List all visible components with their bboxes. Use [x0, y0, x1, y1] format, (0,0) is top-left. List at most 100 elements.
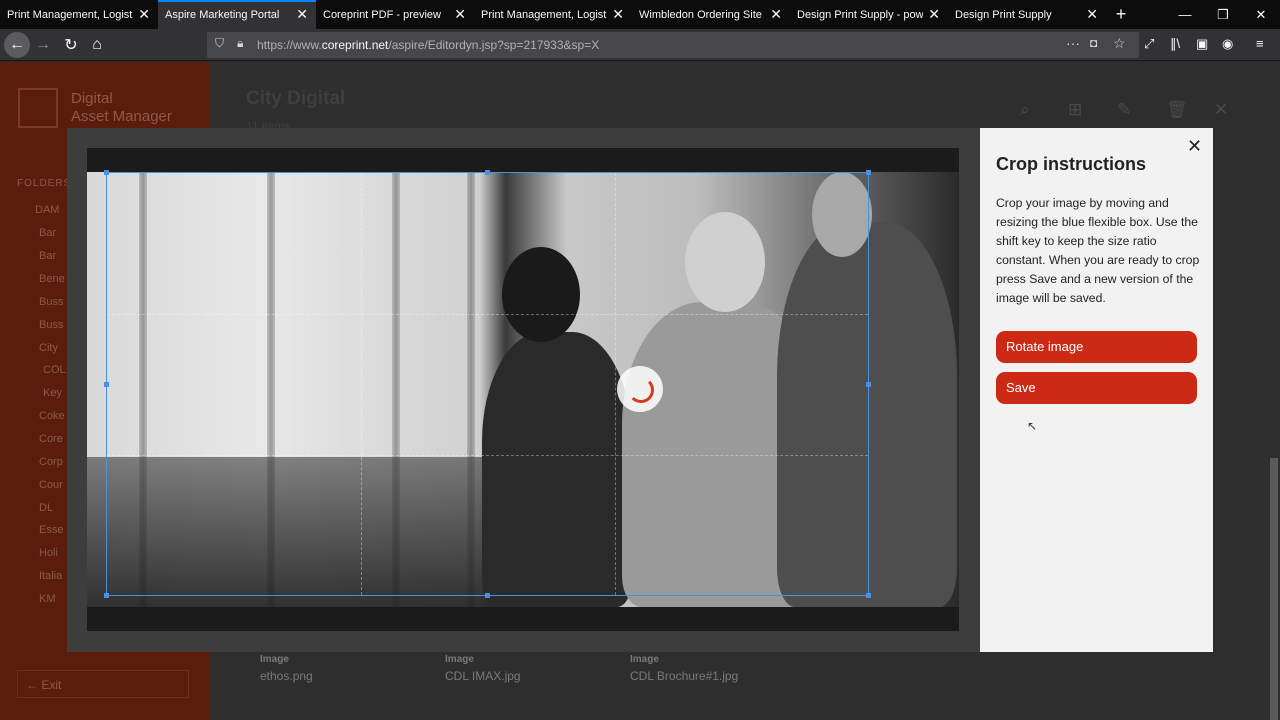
crop-handle-nw[interactable]	[104, 170, 109, 175]
sidebar-folder-item[interactable]: KM	[39, 593, 56, 605]
sidebar-folder-item[interactable]: Esse	[39, 524, 63, 536]
trash-icon[interactable]: 🗑︎	[1166, 100, 1188, 120]
tab-title: Design Print Supply - powered	[797, 8, 923, 21]
browser-tab-active[interactable]: Aspire Marketing Portal ✕	[158, 0, 316, 29]
tab-title: Design Print Supply	[955, 8, 1052, 21]
file-name: CDL Brochure#1.jpg	[630, 669, 739, 683]
shield-icon[interactable]: ⛉	[215, 36, 224, 51]
tab-title: Print Management, Logistics	[481, 8, 607, 21]
tab-title: Coreprint PDF - preview	[323, 8, 441, 21]
new-tab-button[interactable]: +	[1106, 0, 1136, 29]
file-type: Image	[260, 654, 289, 665]
window-close-icon[interactable]: ✕	[1242, 0, 1280, 29]
restore-icon[interactable]: ❐	[1204, 0, 1242, 29]
tab-close-icon[interactable]: ✕	[928, 7, 940, 21]
reload-icon[interactable]: ↻	[58, 32, 84, 58]
sidebar-folder-item[interactable]: City	[39, 342, 58, 354]
loading-spinner-icon	[617, 366, 663, 412]
tab-title: Print Management, Logistics	[7, 8, 133, 21]
tab-close-icon[interactable]: ✕	[454, 7, 466, 21]
file-card[interactable]: Image ethos.png	[260, 654, 313, 683]
sidebar-folder-item[interactable]: DAM	[35, 204, 59, 216]
bookmark-star-icon[interactable]: ☆	[1113, 35, 1126, 52]
crop-handle-w[interactable]	[104, 382, 109, 387]
sidebar-folder-item[interactable]: Bene	[39, 273, 65, 285]
crop-handle-e[interactable]	[866, 382, 871, 387]
rotate-image-button[interactable]: Rotate image	[996, 331, 1197, 363]
tab-close-icon[interactable]: ✕	[296, 7, 308, 21]
browser-tab[interactable]: Design Print Supply - powered ✕	[790, 0, 948, 29]
app-name: Digital Asset Manager	[71, 90, 172, 125]
crop-handle-se[interactable]	[866, 593, 871, 598]
navigation-toolbar: ← → ↻ ⌂ ⛉ 🔒︎ https://www.coreprint.net/a…	[0, 29, 1280, 61]
home-icon[interactable]: ⌂	[84, 32, 110, 58]
library-icon[interactable]: ∥\	[1170, 36, 1180, 52]
sidebar-folder-item[interactable]: Core	[39, 433, 63, 445]
new-folder-icon[interactable]: ⊞	[1068, 100, 1082, 120]
page-scrollbar[interactable]	[1270, 458, 1278, 720]
crop-instructions-panel: ✕ Crop instructions Crop your image by m…	[980, 128, 1213, 652]
tab-title: Aspire Marketing Portal	[165, 8, 280, 21]
crop-grid-line	[107, 455, 868, 456]
file-type: Image	[445, 654, 474, 665]
minimize-icon[interactable]: —	[1166, 0, 1204, 29]
back-arrow-icon[interactable]: ←	[4, 32, 30, 58]
save-button[interactable]: Save	[996, 372, 1197, 404]
sidebar-toggle-icon[interactable]: ▣	[1196, 36, 1208, 52]
panel-title: Crop instructions	[996, 154, 1147, 174]
mouse-cursor-icon: ↖	[1027, 419, 1038, 433]
edit-pencil-icon[interactable]: ✎	[1117, 100, 1131, 120]
crop-handle-n[interactable]	[485, 170, 490, 175]
sidebar-folder-item[interactable]: Italia	[39, 570, 62, 582]
exit-button[interactable]: ← Exit	[17, 670, 189, 698]
tab-close-icon[interactable]: ✕	[1086, 7, 1098, 21]
search-icon[interactable]: ⌕	[1020, 100, 1030, 120]
forward-arrow-icon[interactable]: →	[30, 32, 56, 58]
sidebar-folder-item[interactable]: Corp	[39, 456, 63, 468]
sidebar-folder-item[interactable]: DL	[39, 502, 53, 514]
close-icon[interactable]: ✕	[1187, 136, 1202, 157]
tab-strip: Print Management, Logistics ✕ Aspire Mark…	[0, 0, 1280, 29]
crop-selection-box[interactable]	[104, 170, 871, 598]
address-bar[interactable]: ⛉ 🔒︎ https://www.coreprint.net/aspire/Ed…	[207, 32, 1139, 58]
browser-tab[interactable]: Design Print Supply ✕	[948, 0, 1106, 29]
sidebar-folder-item[interactable]: COL	[43, 364, 66, 376]
exit-label: Exit	[41, 678, 62, 692]
file-card[interactable]: Image CDL Brochure#1.jpg	[630, 654, 738, 683]
browser-tab[interactable]: Print Management, Logistics ✕	[0, 0, 158, 29]
sidebar-folder-item[interactable]: Coke	[39, 410, 65, 422]
browser-tab[interactable]: Print Management, Logistics ✕	[474, 0, 632, 29]
close-icon[interactable]: ✕	[1214, 100, 1228, 120]
tab-close-icon[interactable]: ✕	[138, 7, 150, 21]
sidebar-folder-item[interactable]: Cour	[39, 479, 63, 491]
crop-handle-ne[interactable]	[866, 170, 871, 175]
tab-close-icon[interactable]: ✕	[612, 7, 624, 21]
crop-instructions-text: Crop your image by moving and resizing t…	[996, 196, 1200, 305]
sidebar-folder-item[interactable]: Buss	[39, 319, 63, 331]
tab-close-icon[interactable]: ✕	[770, 7, 782, 21]
menu-icon[interactable]: ≡	[1256, 36, 1264, 51]
crop-handle-s[interactable]	[485, 593, 490, 598]
sidebar-folder-item[interactable]: Bar	[39, 227, 56, 239]
crop-grid-line	[107, 314, 868, 315]
sidebar-folder-item[interactable]: Key	[43, 387, 62, 399]
more-actions-icon[interactable]: ···	[1066, 35, 1080, 51]
account-icon[interactable]: ◉	[1222, 36, 1233, 52]
file-card[interactable]: Image CDL IMAX.jpg	[445, 654, 521, 683]
folders-heading: FOLDERS	[17, 178, 72, 189]
sidebar-folder-item[interactable]: Buss	[39, 296, 63, 308]
browser-tab[interactable]: Coreprint PDF - preview ✕	[316, 0, 474, 29]
fullscreen-icon[interactable]: ⤢	[1144, 36, 1154, 52]
file-type: Image	[630, 654, 659, 665]
lock-icon[interactable]: 🔒︎	[237, 36, 243, 51]
tab-title: Wimbledon Ordering Site	[639, 8, 762, 21]
folder-logo-icon	[18, 88, 58, 128]
browser-tab[interactable]: Wimbledon Ordering Site ✕	[632, 0, 790, 29]
crop-handle-sw[interactable]	[104, 593, 109, 598]
sidebar-folder-item[interactable]: Holi	[39, 547, 58, 559]
url-text[interactable]: https://www.coreprint.net/aspire/Editord…	[257, 38, 599, 52]
pocket-icon[interactable]: ◘	[1090, 36, 1097, 50]
sidebar-folder-item[interactable]: Bar	[39, 250, 56, 262]
crop-grid-line	[615, 173, 616, 595]
crop-grid-line	[361, 173, 362, 595]
